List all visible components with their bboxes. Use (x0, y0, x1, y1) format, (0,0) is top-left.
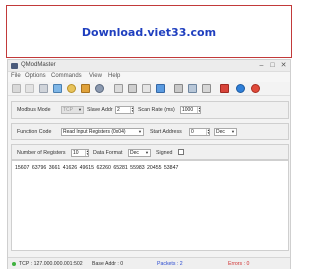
status-bar: TCP : 127.000.000.001:502 Base Addr : 0 … (8, 257, 290, 269)
function-code-select[interactable]: Read Input Registers (0x04) ▼ (61, 128, 144, 136)
connect-icon[interactable] (12, 84, 21, 93)
about-icon[interactable] (251, 84, 260, 93)
status-connection: TCP : 127.000.000.001:502 (19, 261, 83, 267)
paint-icon[interactable] (81, 84, 90, 93)
log-icon[interactable] (188, 84, 197, 93)
modbus-mode-label: Modbus Mode (17, 107, 51, 113)
window-title: QModMaster (21, 62, 56, 68)
spin-arrows-icon: ▲ ▼ (85, 149, 89, 156)
function-panel: Function Code Read Input Registers (0x04… (11, 123, 289, 140)
menu-commands[interactable]: Commands (51, 73, 82, 79)
modbus-icon[interactable] (142, 84, 151, 93)
number-of-registers-label: Number of Registers (17, 150, 66, 156)
spin-arrows-icon: ▲ ▼ (197, 106, 201, 113)
app-icon (11, 63, 18, 69)
register-values-area[interactable]: 15607 63796 3661 41626 49615 62260 65281… (11, 160, 289, 251)
banner-text: Download.viet33.com (81, 26, 217, 39)
menu-options[interactable]: Options (25, 73, 46, 79)
banner: Download.viet33.com (6, 5, 292, 58)
status-base-addr: Base Addr : 0 (92, 261, 124, 267)
chevron-down-icon: ▼ (138, 129, 142, 134)
tools-icon[interactable] (220, 84, 229, 93)
menu-help[interactable]: Help (108, 73, 120, 79)
spin-arrows-icon: ▲ ▼ (130, 106, 134, 113)
edit-icon[interactable] (39, 84, 48, 93)
toolbar (8, 82, 290, 96)
menu-bar: File Options Commands View Help (8, 72, 290, 82)
minimize-button[interactable]: – (256, 61, 267, 70)
data-format-label: Data Format (93, 150, 123, 156)
close-button[interactable]: ✕ (278, 61, 289, 70)
start-address-spinbox[interactable]: 0 ▲ ▼ (189, 128, 210, 136)
start-address-format-select[interactable]: Dec ▼ (214, 128, 237, 136)
spin-arrows-icon: ▲ ▼ (206, 128, 210, 135)
raw-data-icon[interactable] (114, 84, 123, 93)
scan-rate-label: Scan Rate (ms) (138, 107, 175, 113)
title-bar: QModMaster – □ ✕ (8, 60, 290, 72)
settings-icon[interactable] (174, 84, 183, 93)
disconnect-icon[interactable] (25, 84, 34, 93)
reset-icon[interactable] (67, 84, 76, 93)
status-errors: Errors : 0 (228, 261, 250, 267)
slave-addr-label: Slave Addr (87, 107, 113, 113)
status-packets: Packets : 2 (157, 261, 183, 267)
menu-file[interactable]: File (11, 73, 21, 79)
connection-settings-panel: Modbus Mode TCP ▼ Slave Addr 2 ▲ ▼ Scan Rat… (11, 101, 289, 119)
data-format-select[interactable]: Dec ▼ (128, 149, 151, 157)
signed-label: Signed (156, 150, 173, 156)
tcp-icon[interactable] (156, 84, 165, 93)
info-icon[interactable] (236, 84, 245, 93)
refresh-icon[interactable] (95, 84, 104, 93)
chevron-down-icon: ▼ (145, 150, 149, 155)
number-of-registers-spinbox[interactable]: 10 ▲ ▼ (71, 149, 89, 157)
serial-icon[interactable] (128, 84, 137, 93)
start-address-label: Start Address (150, 129, 182, 135)
chevron-down-icon: ▼ (231, 129, 235, 134)
slave-addr-spinbox[interactable]: 2 ▲ ▼ (115, 106, 134, 114)
scan-icon[interactable] (53, 84, 62, 93)
registers-panel: Number of Registers 10 ▲ ▼ Data Format Dec… (11, 144, 289, 160)
bus-monitor-icon[interactable] (202, 84, 211, 93)
scan-rate-spinbox[interactable]: 1000 ▲ ▼ (180, 106, 201, 114)
function-code-label: Function Code (17, 129, 52, 135)
register-values: 15607 63796 3661 41626 49615 62260 65281… (15, 165, 179, 171)
chevron-down-icon: ▼ (78, 107, 82, 112)
app-window: QModMaster – □ ✕ File Options Commands V… (7, 59, 291, 269)
menu-view[interactable]: View (89, 73, 102, 79)
modbus-mode-select[interactable]: TCP ▼ (61, 106, 84, 114)
signed-checkbox[interactable] (178, 149, 184, 155)
maximize-button[interactable]: □ (267, 61, 278, 70)
connection-status-icon (12, 262, 16, 266)
